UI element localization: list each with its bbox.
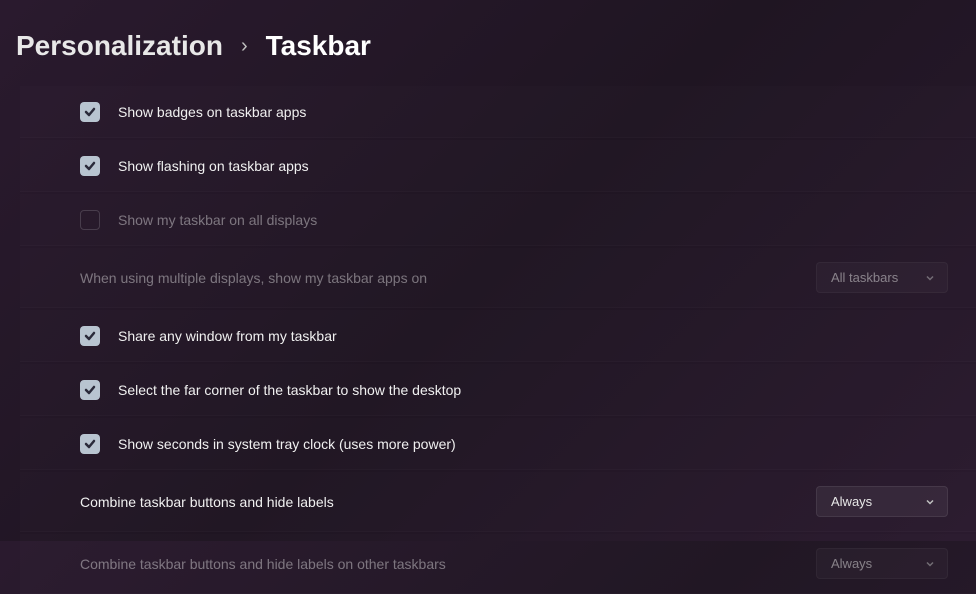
check-icon	[84, 106, 96, 118]
breadcrumb-current: Taskbar	[266, 30, 371, 62]
chevron-down-icon	[925, 559, 935, 569]
setting-combine-buttons-other: Combine taskbar buttons and hide labels …	[20, 534, 976, 594]
breadcrumb-parent-link[interactable]: Personalization	[16, 30, 223, 62]
setting-combine-buttons: Combine taskbar buttons and hide labels …	[20, 472, 976, 532]
label-combine-buttons-other: Combine taskbar buttons and hide labels …	[80, 556, 446, 572]
checkbox-share-window[interactable]	[80, 326, 100, 346]
setting-multi-display-apps: When using multiple displays, show my ta…	[20, 248, 976, 308]
dropdown-multi-display-apps[interactable]: All taskbars	[816, 262, 948, 293]
checkbox-show-badges[interactable]	[80, 102, 100, 122]
check-icon	[84, 438, 96, 450]
setting-share-window: Share any window from my taskbar	[20, 310, 976, 362]
setting-show-all-displays: Show my taskbar on all displays	[20, 194, 976, 246]
dropdown-combine-buttons[interactable]: Always	[816, 486, 948, 517]
breadcrumb: Personalization › Taskbar	[0, 0, 976, 86]
setting-far-corner: Select the far corner of the taskbar to …	[20, 364, 976, 416]
dropdown-combine-buttons-other[interactable]: Always	[816, 548, 948, 579]
chevron-down-icon	[925, 273, 935, 283]
setting-show-flashing: Show flashing on taskbar apps	[20, 140, 976, 192]
check-icon	[84, 160, 96, 172]
label-combine-buttons: Combine taskbar buttons and hide labels	[80, 494, 334, 510]
check-icon	[84, 330, 96, 342]
label-share-window: Share any window from my taskbar	[118, 328, 337, 344]
settings-list: Show badges on taskbar apps Show flashin…	[0, 86, 976, 594]
label-multi-display-apps: When using multiple displays, show my ta…	[80, 270, 427, 286]
label-show-badges: Show badges on taskbar apps	[118, 104, 306, 120]
setting-show-badges: Show badges on taskbar apps	[20, 86, 976, 138]
checkbox-show-flashing[interactable]	[80, 156, 100, 176]
label-show-flashing: Show flashing on taskbar apps	[118, 158, 309, 174]
chevron-right-icon: ›	[241, 35, 248, 58]
dropdown-value: Always	[831, 494, 872, 509]
checkbox-far-corner[interactable]	[80, 380, 100, 400]
dropdown-value: All taskbars	[831, 270, 898, 285]
dropdown-value: Always	[831, 556, 872, 571]
checkbox-show-seconds[interactable]	[80, 434, 100, 454]
label-show-all-displays: Show my taskbar on all displays	[118, 212, 317, 228]
label-show-seconds: Show seconds in system tray clock (uses …	[118, 436, 456, 452]
label-far-corner: Select the far corner of the taskbar to …	[118, 382, 461, 398]
check-icon	[84, 384, 96, 396]
chevron-down-icon	[925, 497, 935, 507]
setting-show-seconds: Show seconds in system tray clock (uses …	[20, 418, 976, 470]
checkbox-show-all-displays[interactable]	[80, 210, 100, 230]
